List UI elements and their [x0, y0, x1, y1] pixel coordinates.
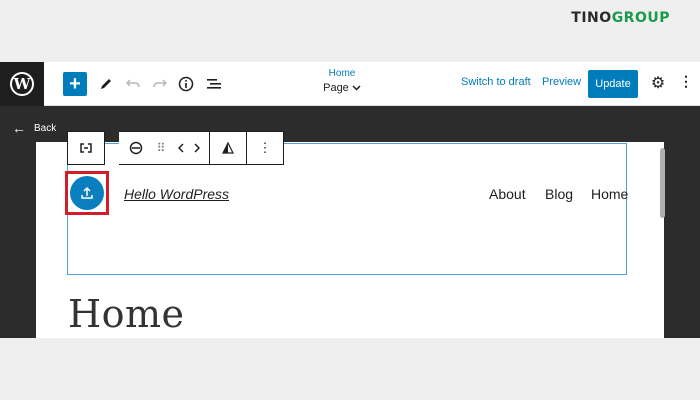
group-block-icon [80, 143, 92, 153]
upload-icon [81, 186, 93, 199]
document-title-name: Home [328, 68, 356, 79]
site-logo-placeholder [70, 176, 104, 210]
preview-button[interactable]: Preview [542, 76, 581, 88]
drag-handle[interactable]: ⠿ [153, 132, 169, 164]
brand-watermark: TINOGROUP [571, 10, 670, 26]
align-button[interactable] [210, 132, 246, 164]
plus-icon: + [69, 72, 81, 95]
details-button[interactable] [174, 72, 198, 96]
redo-icon [153, 79, 167, 88]
undo-button[interactable] [121, 72, 145, 96]
settings-button[interactable]: ⚙ [648, 73, 668, 93]
document-type: Page [310, 82, 374, 94]
tools-button[interactable] [94, 72, 118, 96]
brand-part-2: GROUP [611, 10, 670, 26]
site-title[interactable]: Hello WordPress [124, 186, 229, 202]
wordpress-logo-icon: W [10, 72, 34, 96]
block-toolbar: ⠿ ⋮ [67, 131, 292, 165]
chevron-down-icon [352, 85, 361, 91]
drag-handle-icon: ⠿ [156, 141, 166, 155]
page-heading[interactable]: Home [68, 292, 185, 336]
nav-item-home[interactable]: Home [591, 186, 628, 202]
add-block-button[interactable]: + [63, 72, 87, 96]
more-vertical-icon: ⋮ [679, 73, 693, 89]
info-icon [178, 76, 194, 92]
pencil-icon [101, 79, 111, 89]
editor-top-toolbar: W + Home Page Switch to draft Preview Up… [0, 62, 700, 106]
block-type-button[interactable] [119, 132, 153, 164]
document-type-label: Page [323, 82, 349, 94]
wordpress-logo-button[interactable]: W [0, 62, 44, 106]
arrow-left-icon: ← [12, 120, 26, 136]
back-button[interactable]: ← Back [12, 120, 56, 136]
align-group [210, 131, 247, 165]
site-logo-icon [129, 141, 143, 155]
back-label: Back [34, 122, 57, 134]
move-block-buttons[interactable] [169, 132, 209, 164]
redo-button[interactable] [148, 72, 172, 96]
update-button[interactable]: Update [588, 70, 638, 98]
nav-item-blog[interactable]: Blog [545, 186, 573, 202]
block-switcher-group: ⠿ [119, 131, 210, 165]
options-button[interactable]: ⋮ [678, 73, 694, 93]
switch-to-draft-button[interactable]: Switch to draft [461, 76, 531, 88]
more-vertical-icon: ⋮ [258, 140, 272, 155]
document-title[interactable]: Home Page [310, 68, 374, 94]
nav-item-about[interactable]: About [489, 186, 526, 202]
site-logo-block[interactable] [65, 171, 109, 215]
select-parent-button[interactable] [68, 132, 104, 164]
parent-block-group [67, 131, 105, 165]
gear-icon: ⚙ [650, 75, 666, 92]
options-group: ⋮ [247, 131, 284, 165]
undo-icon [126, 79, 140, 88]
list-view-icon [207, 79, 221, 89]
brand-part-1: TINO [571, 10, 612, 26]
block-options-button[interactable]: ⋮ [247, 132, 283, 164]
canvas-scrollbar[interactable] [660, 148, 665, 218]
list-view-button[interactable] [202, 72, 226, 96]
align-icon [222, 142, 234, 154]
chevron-left-right-icon [178, 143, 200, 153]
